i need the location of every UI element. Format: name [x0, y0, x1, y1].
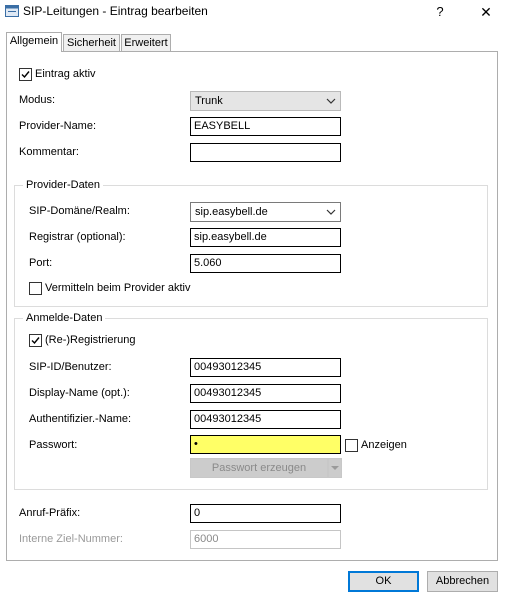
tab-allgemein[interactable]: Allgemein [6, 32, 62, 52]
sip-id-field[interactable]: 00493012345 [190, 358, 341, 377]
cancel-button[interactable]: Abbrechen [427, 571, 498, 592]
generate-password-dropdown[interactable] [328, 458, 342, 478]
comment-field[interactable] [190, 143, 341, 162]
forward-checkbox[interactable] [29, 282, 42, 295]
mode-value: Trunk [195, 95, 223, 107]
call-prefix-label: Anruf-Präfix: [19, 507, 81, 519]
display-name-field[interactable]: 00493012345 [190, 384, 341, 403]
entry-active-checkbox[interactable] [19, 68, 32, 81]
chevron-down-icon [326, 92, 336, 104]
login-data-title: Anmelde-Daten [23, 312, 106, 324]
display-name-label: Display-Name (opt.): [29, 387, 130, 399]
entry-active-label: Eintrag aktiv [35, 68, 96, 80]
call-prefix-field[interactable]: 0 [190, 504, 341, 523]
password-field[interactable]: • [190, 435, 341, 454]
provider-name-label: Provider-Name: [19, 120, 97, 132]
window-title: SIP-Leitungen - Eintrag bearbeiten [23, 4, 208, 18]
provider-name-field[interactable]: EASYBELL [190, 117, 341, 136]
auth-name-field[interactable]: 00493012345 [190, 410, 341, 429]
chevron-down-icon [326, 203, 336, 215]
internal-number-field: 6000 [190, 530, 341, 549]
sip-id-label: SIP-ID/Benutzer: [29, 361, 112, 373]
provider-data-title: Provider-Daten [23, 179, 103, 191]
ok-button[interactable]: OK [348, 571, 419, 592]
generate-password-button[interactable]: Passwort erzeugen [190, 458, 328, 478]
app-icon [5, 5, 19, 17]
close-button[interactable]: ✕ [474, 2, 498, 22]
chevron-down-icon [331, 466, 339, 470]
tab-erweitert[interactable]: Erweitert [121, 34, 171, 51]
domain-label: SIP-Domäne/Realm: [29, 205, 130, 217]
mode-label: Modus: [19, 94, 56, 106]
mode-select[interactable]: Trunk [190, 91, 341, 111]
port-label: Port: [29, 257, 53, 269]
domain-value: sip.easybell.de [195, 206, 268, 218]
password-label: Passwort: [29, 439, 78, 451]
domain-select[interactable]: sip.easybell.de [190, 202, 341, 222]
help-button[interactable]: ? [430, 2, 450, 22]
registration-label: (Re-)Registrierung [45, 334, 136, 346]
port-field[interactable]: 5.060 [190, 254, 341, 273]
forward-label: Vermitteln beim Provider aktiv [45, 282, 191, 294]
comment-label: Kommentar: [19, 146, 79, 158]
registration-checkbox[interactable] [29, 334, 42, 347]
show-password-checkbox[interactable] [345, 439, 358, 452]
tab-sicherheit[interactable]: Sicherheit [63, 34, 120, 51]
internal-number-label: Interne Ziel-Nummer: [19, 533, 123, 545]
auth-name-label: Authentifizier.-Name: [29, 413, 132, 425]
registrar-field[interactable]: sip.easybell.de [190, 228, 341, 247]
show-password-label: Anzeigen [361, 439, 407, 451]
registrar-label: Registrar (optional): [29, 231, 126, 243]
